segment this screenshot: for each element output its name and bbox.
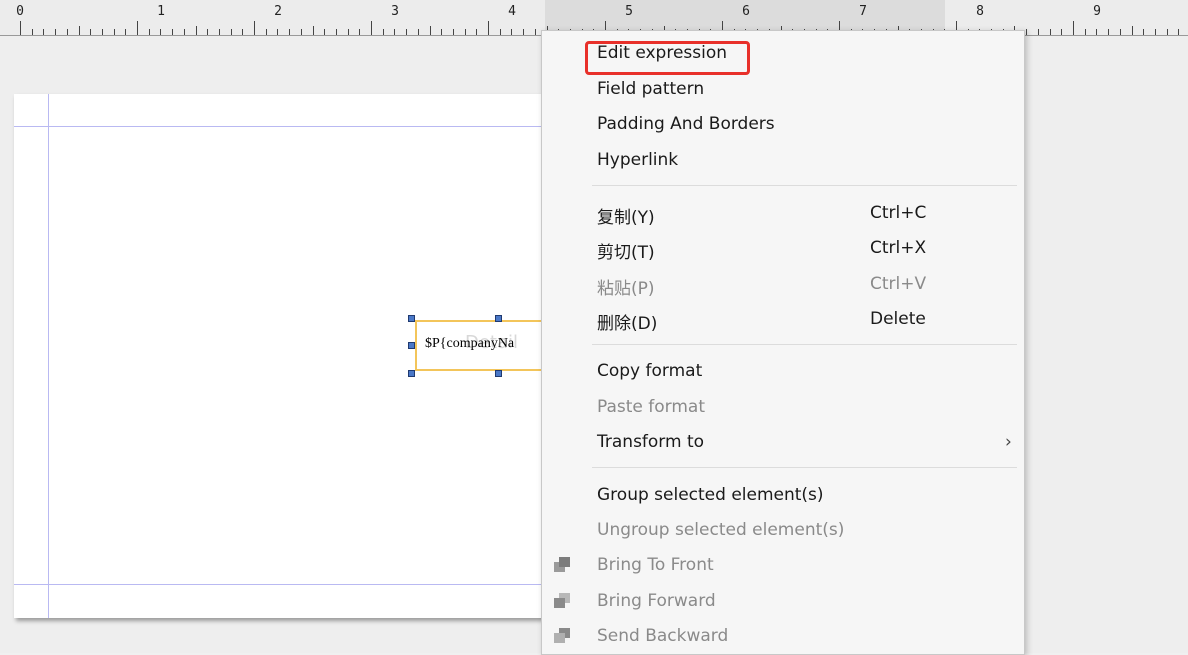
menu-separator [592,344,1017,345]
resize-handle-top-middle[interactable] [495,315,502,322]
menu-item-label: 剪切(T) [597,243,655,263]
menu-separator [592,467,1017,468]
chevron-right-icon: › [1005,432,1012,452]
menu-item-label: Copy format [597,361,703,381]
menu-item-transform-to[interactable]: Transform to › [542,425,1024,459]
resize-handle-bottom-left[interactable] [408,370,415,377]
menu-item-label: 复制(Y) [597,208,655,228]
menu-item-cut[interactable]: 剪切(T) Ctrl+X [542,231,1024,265]
ruler-label-7: 7 [859,4,867,19]
resize-handle-middle-left[interactable] [408,342,415,349]
menu-item-bring-forward: Bring Forward [542,584,1024,618]
menu-separator [592,185,1017,186]
menu-item-label: Edit expression [597,43,728,63]
menu-item-label: 删除(D) [597,314,658,334]
menu-item-padding-and-borders[interactable]: Padding And Borders [542,107,1024,141]
menu-item-label: Padding And Borders [597,114,775,134]
ruler-label-4: 4 [508,4,516,19]
resize-handle-top-left[interactable] [408,315,415,322]
ruler-label-1: 1 [157,4,165,19]
menu-item-label: Bring Forward [597,591,716,611]
ruler-label-8: 8 [976,4,984,19]
ruler-label-9: 9 [1093,4,1101,19]
bottom-margin-guide [14,584,574,585]
menu-item-label: Transform to [597,432,705,452]
menu-item-copy-format[interactable]: Copy format [542,354,1024,388]
menu-item-copy[interactable]: 复制(Y) Ctrl+C [542,196,1024,230]
menu-item-label: Bring To Front [597,555,714,575]
menu-item-label: Hyperlink [597,150,679,170]
menu-item-label: Group selected element(s) [597,485,824,505]
ruler-label-0: 0 [16,4,24,19]
ruler-label-6: 6 [742,4,750,19]
menu-item-label: Paste format [597,397,706,417]
menu-item-edit-expression[interactable]: Edit expression [542,36,1024,75]
top-margin-guide [14,126,574,127]
menu-item-paste: 粘贴(P) Ctrl+V [542,267,1024,301]
ruler-label-5: 5 [625,4,633,19]
resize-handle-bottom-middle[interactable] [495,370,502,377]
context-menu: Edit expression Field pattern Padding An… [541,30,1025,655]
report-page[interactable]: Detail $P{companyNa [14,94,574,618]
menu-item-shortcut: Delete [870,309,926,329]
menu-item-paste-format: Paste format [542,390,1024,424]
ruler-label-2: 2 [274,4,282,19]
ruler-label-3: 3 [391,4,399,19]
menu-item-shortcut: Ctrl+X [870,238,927,258]
menu-item-label: 粘贴(P) [597,279,655,299]
menu-item-delete[interactable]: 删除(D) Delete [542,302,1024,336]
menu-item-group-selected[interactable]: Group selected element(s) [542,478,1024,512]
menu-item-shortcut: Ctrl+V [870,274,927,294]
menu-item-ungroup-selected: Ungroup selected element(s) [542,513,1024,547]
field-expression-text: $P{companyNa [425,336,515,351]
menu-item-bring-to-front: Bring To Front [542,548,1024,582]
left-margin-guide [48,94,49,618]
menu-item-field-pattern[interactable]: Field pattern [542,72,1024,106]
bring-to-front-icon [554,557,570,572]
bring-forward-icon [554,593,570,608]
send-backward-icon [554,628,570,643]
menu-item-send-backward: Send Backward [542,619,1024,653]
menu-item-label: Send Backward [597,626,729,646]
menu-item-label: Ungroup selected element(s) [597,520,845,540]
menu-item-label: Field pattern [597,79,705,99]
menu-item-shortcut: Ctrl+C [870,203,927,223]
menu-item-hyperlink[interactable]: Hyperlink [542,143,1024,177]
